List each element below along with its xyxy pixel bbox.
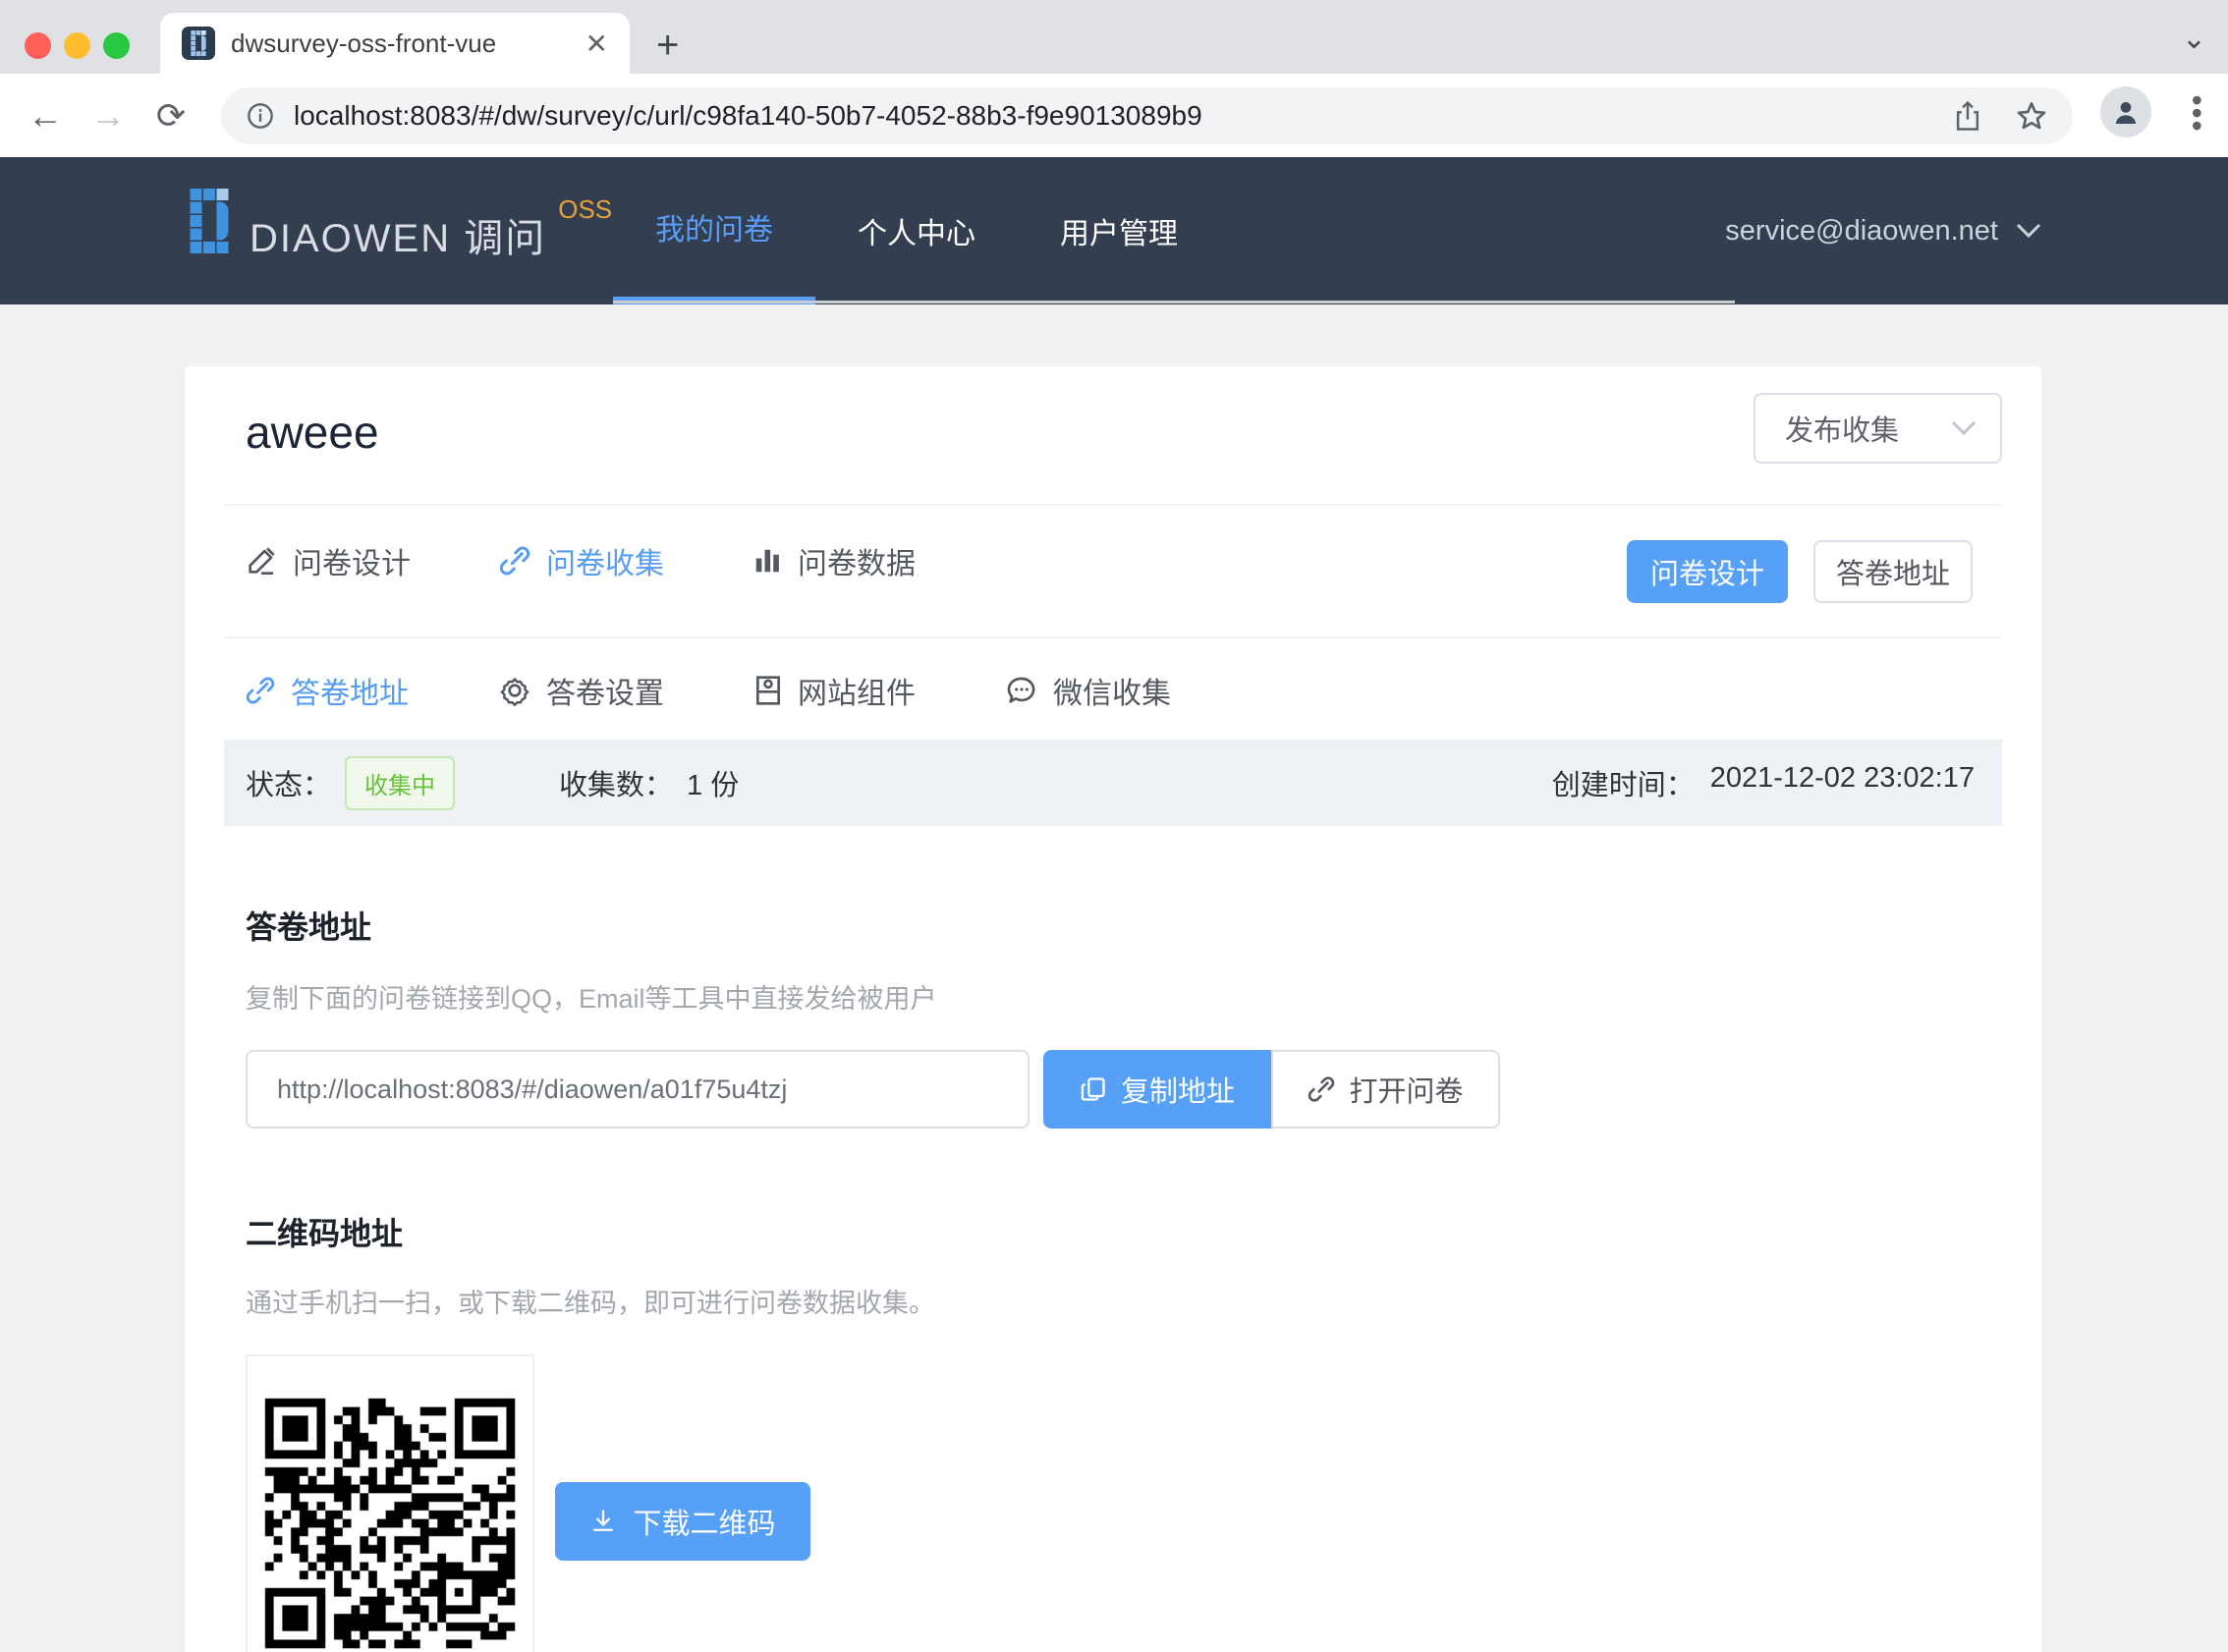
browser-window: dwsurvey-oss-front-vue ✕ + ⌄ ← → ⟳ local… bbox=[0, 0, 2228, 1652]
count-value: 1 份 bbox=[687, 762, 739, 803]
app-header: DIAOWEN 调问 OSS 我的问卷 个人中心 用户管理 service@di… bbox=[0, 157, 2228, 304]
subtab-wechat-collect[interactable]: 微信收集 bbox=[1006, 653, 1171, 728]
tag-icon bbox=[754, 675, 782, 706]
browser-menu-icon[interactable]: ••• bbox=[2192, 94, 2202, 133]
user-email: service@diaowen.net bbox=[1725, 215, 1998, 248]
brand-oss-badge: OSS bbox=[558, 194, 612, 225]
fullscreen-window-button[interactable] bbox=[103, 32, 130, 59]
tab-title: dwsurvey-oss-front-vue bbox=[231, 28, 574, 59]
new-tab-button[interactable]: + bbox=[656, 26, 679, 65]
nav-item-user-management[interactable]: 用户管理 bbox=[1018, 157, 1220, 304]
close-window-button[interactable] bbox=[25, 32, 51, 59]
brand-logo[interactable]: DIAOWEN 调问 OSS bbox=[187, 189, 612, 263]
chat-bubble-icon bbox=[1006, 675, 1037, 706]
qrcode-image bbox=[256, 1390, 524, 1652]
url-text: localhost:8083/#/dw/survey/c/url/c98fa14… bbox=[294, 100, 1937, 132]
count-label: 收集数： bbox=[559, 762, 673, 803]
back-button[interactable]: ← bbox=[14, 95, 77, 137]
divider bbox=[224, 636, 2002, 638]
tab-survey-data[interactable]: 问卷数据 bbox=[752, 523, 916, 598]
browser-tab-strip: dwsurvey-oss-front-vue ✕ + ⌄ bbox=[0, 0, 2228, 74]
subtab-site-widget[interactable]: 网站组件 bbox=[754, 653, 916, 728]
address-bar[interactable]: localhost:8083/#/dw/survey/c/url/c98fa14… bbox=[221, 87, 2073, 144]
chevron-down-icon bbox=[2016, 223, 2041, 239]
tab-survey-collect[interactable]: 问卷收集 bbox=[499, 523, 664, 598]
nav-item-profile[interactable]: 个人中心 bbox=[815, 157, 1018, 304]
browser-tab[interactable]: dwsurvey-oss-front-vue ✕ bbox=[160, 13, 630, 74]
download-icon bbox=[589, 1508, 617, 1535]
qrcode-description: 通过手机扫一扫，或下载二维码，即可进行问卷数据收集。 bbox=[246, 1282, 935, 1320]
qrcode-heading: 二维码地址 bbox=[246, 1209, 403, 1254]
browser-profile-avatar[interactable] bbox=[2100, 86, 2151, 138]
diaowen-logo-icon bbox=[187, 189, 232, 253]
divider bbox=[224, 504, 2002, 506]
collect-sub-tabs: 答卷地址 答卷设置 网站组件 bbox=[246, 653, 1171, 728]
survey-main-tabs: 问卷设计 问卷收集 bbox=[246, 523, 916, 598]
bar-chart-icon bbox=[752, 546, 782, 576]
open-survey-button[interactable]: 打开问卷 bbox=[1271, 1050, 1500, 1129]
created-label: 创建时间： bbox=[1552, 762, 1695, 803]
copy-url-button[interactable]: 复制地址 bbox=[1043, 1050, 1271, 1129]
answer-url-heading: 答卷地址 bbox=[246, 903, 371, 948]
created-value: 2021-12-02 23:02:17 bbox=[1710, 762, 1975, 803]
favicon bbox=[182, 27, 215, 60]
status-bar: 状态： 收集中 收集数： 1 份 创建时间： 2021-12-02 23:02:… bbox=[224, 740, 2002, 826]
site-info-icon[interactable] bbox=[247, 102, 274, 130]
nav-item-my-surveys[interactable]: 我的问卷 bbox=[613, 157, 815, 304]
minimize-window-button[interactable] bbox=[64, 32, 90, 59]
copy-icon bbox=[1080, 1075, 1107, 1103]
close-tab-icon[interactable]: ✕ bbox=[585, 28, 608, 60]
qrcode-box bbox=[246, 1354, 534, 1652]
link-icon bbox=[246, 676, 275, 705]
forward-button[interactable]: → bbox=[77, 95, 139, 137]
pencil-icon bbox=[246, 545, 277, 577]
chevron-down-icon bbox=[1951, 420, 1977, 436]
download-qrcode-button[interactable]: 下载二维码 bbox=[555, 1482, 810, 1561]
answer-url-button[interactable]: 答卷地址 bbox=[1813, 540, 1973, 603]
tab-overview-chevron-icon[interactable]: ⌄ bbox=[2182, 22, 2206, 56]
survey-design-button[interactable]: 问卷设计 bbox=[1627, 540, 1788, 603]
tab-survey-design[interactable]: 问卷设计 bbox=[246, 523, 411, 598]
survey-url-input[interactable] bbox=[246, 1050, 1030, 1129]
subtab-answer-settings[interactable]: 答卷设置 bbox=[499, 653, 664, 728]
share-icon[interactable] bbox=[1953, 100, 1982, 132]
answer-url-description: 复制下面的问卷链接到QQ，Email等工具中直接发给被用户 bbox=[246, 977, 937, 1016]
gear-icon bbox=[499, 675, 530, 706]
status-label: 状态： bbox=[246, 762, 331, 803]
link-icon bbox=[1308, 1075, 1335, 1103]
publish-select-value: 发布收集 bbox=[1785, 408, 1951, 449]
nav-baseline bbox=[613, 301, 1735, 303]
user-account-dropdown[interactable]: service@diaowen.net bbox=[1725, 157, 2041, 304]
app-nav: 我的问卷 个人中心 用户管理 bbox=[613, 157, 1220, 304]
link-icon bbox=[499, 545, 530, 577]
survey-title: aweee bbox=[246, 406, 379, 459]
brand-name: DIAOWEN 调问 bbox=[250, 206, 546, 263]
subtab-answer-url[interactable]: 答卷地址 bbox=[246, 653, 409, 728]
status-badge: 收集中 bbox=[345, 756, 455, 810]
publish-collect-select[interactable]: 发布收集 bbox=[1754, 393, 2002, 464]
bookmark-star-icon[interactable] bbox=[2016, 100, 2047, 132]
reload-button[interactable]: ⟳ bbox=[139, 95, 202, 137]
survey-detail-card: aweee 发布收集 问卷设计 bbox=[185, 366, 2041, 1652]
